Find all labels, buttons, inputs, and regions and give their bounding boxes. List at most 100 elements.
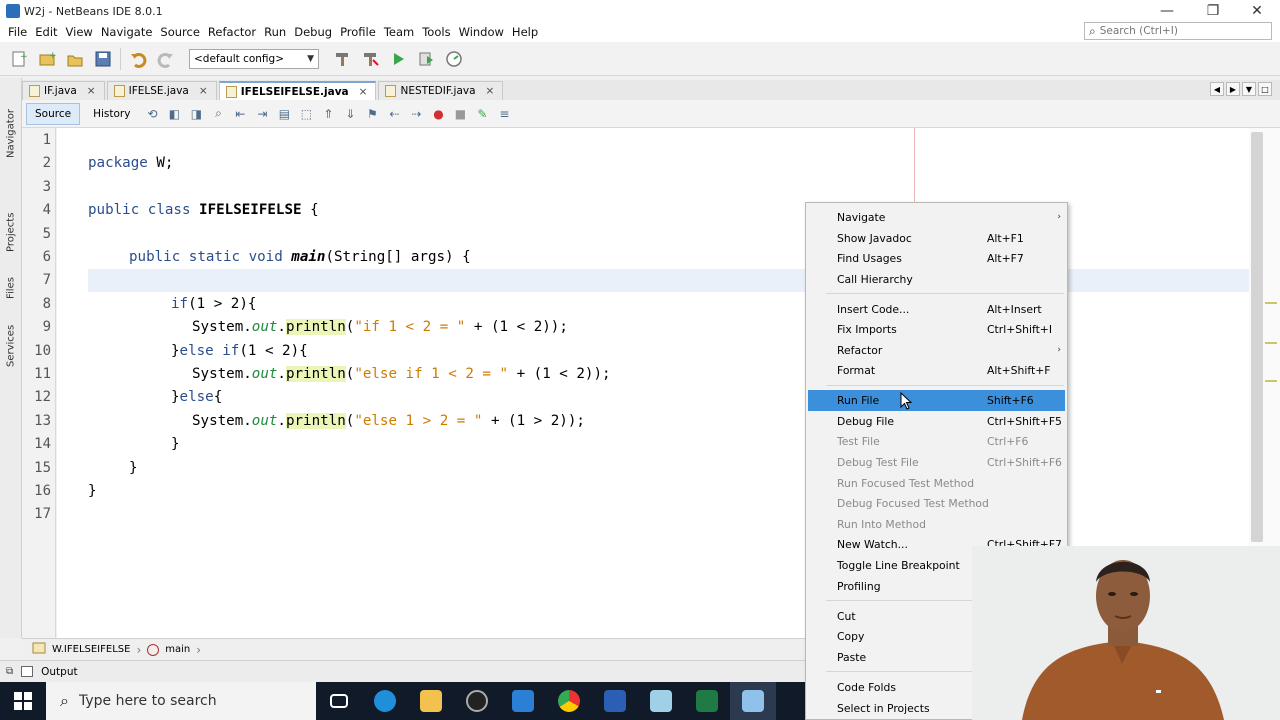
services-tab[interactable]: Services [2, 318, 20, 374]
menu-item-fix-imports[interactable]: Fix Imports Ctrl+Shift+I [808, 319, 1065, 340]
menu-refactor[interactable]: Refactor [204, 25, 260, 39]
menu-team[interactable]: Team [380, 25, 418, 39]
word-button[interactable] [592, 682, 638, 720]
dell-button[interactable] [454, 682, 500, 720]
projects-tab[interactable]: Projects [2, 202, 20, 262]
annotation-mark[interactable] [1265, 380, 1277, 382]
breadcrumb-method[interactable]: main [165, 644, 190, 655]
menu-source[interactable]: Source [156, 25, 204, 39]
build-button[interactable] [331, 48, 353, 70]
folder-icon [420, 690, 442, 712]
scroll-tabs-right-icon[interactable]: ▶ [1226, 82, 1240, 96]
minimize-button[interactable]: — [1144, 0, 1190, 22]
close-tab-icon[interactable]: × [359, 86, 368, 98]
previous-bookmark-icon[interactable]: ⇑ [319, 105, 337, 123]
maximize-editor-icon[interactable]: □ [1258, 82, 1272, 96]
menu-item-insert-code[interactable]: Insert Code... Alt+Insert [808, 299, 1065, 320]
line-number: 15 [34, 460, 51, 476]
menu-item-navigate[interactable]: Navigate › [808, 207, 1065, 228]
find-next-icon[interactable]: ⇥ [253, 105, 271, 123]
last-edit-icon[interactable]: ⟲ [143, 105, 161, 123]
tab-list-icon[interactable]: ▼ [1242, 82, 1256, 96]
menu-profile[interactable]: Profile [336, 25, 380, 39]
close-tab-icon[interactable]: × [486, 85, 495, 97]
menu-file[interactable]: File [4, 25, 31, 39]
restore-button[interactable]: ❐ [1190, 0, 1236, 22]
netbeans-button[interactable] [730, 682, 776, 720]
back-icon[interactable]: ◧ [165, 105, 183, 123]
menu-tools[interactable]: Tools [418, 25, 454, 39]
uncomment-icon[interactable]: ≡ [495, 105, 513, 123]
debug-project-button[interactable] [415, 48, 437, 70]
scroll-tabs-left-icon[interactable]: ◀ [1210, 82, 1224, 96]
line-number: 12 [34, 389, 51, 405]
new-project-button[interactable]: + [36, 48, 58, 70]
menu-view[interactable]: View [62, 25, 97, 39]
menu-help[interactable]: Help [508, 25, 542, 39]
comment-icon[interactable]: ✎ [473, 105, 491, 123]
find-previous-icon[interactable]: ⇤ [231, 105, 249, 123]
new-file-button[interactable]: + [8, 48, 30, 70]
redo-button[interactable] [155, 48, 177, 70]
shift-left-icon[interactable]: ⇠ [385, 105, 403, 123]
navigator-tab[interactable]: Navigator [2, 104, 20, 164]
toggle-bookmark-icon[interactable]: ⚑ [363, 105, 381, 123]
file-explorer-button[interactable] [408, 682, 454, 720]
tab-ifelseifelse-java[interactable]: IFELSEIFELSE.java × [218, 81, 377, 100]
tab-if-java[interactable]: IF.java × [22, 81, 105, 100]
menu-item-call-hierarchy[interactable]: Call Hierarchy [808, 269, 1065, 290]
menu-run[interactable]: Run [260, 25, 290, 39]
undo-button[interactable] [127, 48, 149, 70]
menu-item-run-file[interactable]: Run File Shift+F6 [808, 390, 1065, 411]
taskbar-search[interactable]: ⌕ Type here to search [46, 682, 316, 720]
quick-search-input[interactable]: ⌕ Search (Ctrl+I) [1084, 22, 1272, 40]
menu-debug[interactable]: Debug [290, 25, 336, 39]
open-project-button[interactable] [64, 48, 86, 70]
forward-icon[interactable]: ◨ [187, 105, 205, 123]
annotation-mark[interactable] [1265, 302, 1277, 304]
next-bookmark-icon[interactable]: ⇓ [341, 105, 359, 123]
chrome-button[interactable] [546, 682, 592, 720]
source-view-tab[interactable]: Source [26, 102, 81, 125]
shift-right-icon[interactable]: ⇢ [407, 105, 425, 123]
config-dropdown[interactable]: <default config> ▼ [189, 48, 319, 69]
restore-window-icon[interactable]: ⧉ [6, 666, 13, 677]
profile-project-button[interactable] [443, 48, 465, 70]
run-project-button[interactable] [387, 48, 409, 70]
menu-item-refactor[interactable]: Refactor › [808, 340, 1065, 361]
find-selection-icon[interactable]: ⌕ [209, 105, 227, 123]
close-tab-icon[interactable]: × [87, 85, 96, 97]
menu-item-show-javadoc[interactable]: Show Javadoc Alt+F1 [808, 228, 1065, 249]
output-tab[interactable]: Output [41, 666, 77, 678]
notepad-icon [650, 690, 672, 712]
stop-macro-icon[interactable]: ■ [451, 105, 469, 123]
files-tab[interactable]: Files [2, 268, 20, 308]
task-view-button[interactable] [316, 682, 362, 720]
menu-window[interactable]: Window [455, 25, 508, 39]
save-all-button[interactable] [92, 48, 114, 70]
breadcrumb-class[interactable]: W.IFELSEIFELSE [52, 644, 130, 655]
notepad-button[interactable] [638, 682, 684, 720]
excel-button[interactable] [684, 682, 730, 720]
menu-item-format[interactable]: Format Alt+Shift+F [808, 360, 1065, 381]
vertical-scrollbar[interactable] [1251, 132, 1263, 542]
word-icon [604, 690, 626, 712]
menu-item-debug-file[interactable]: Debug File Ctrl+Shift+F5 [808, 411, 1065, 432]
menu-item-find-usages[interactable]: Find Usages Alt+F7 [808, 248, 1065, 269]
save-icon [95, 51, 111, 66]
tab-ifelse-java[interactable]: IFELSE.java × [106, 81, 217, 100]
start-button[interactable] [0, 682, 46, 720]
clean-build-button[interactable] [359, 48, 381, 70]
annotation-mark[interactable] [1265, 342, 1277, 344]
toggle-rect-select-icon[interactable]: ⬚ [297, 105, 315, 123]
menu-navigate[interactable]: Navigate [97, 25, 157, 39]
history-view-tab[interactable]: History [84, 103, 139, 125]
toggle-highlight-icon[interactable]: ▤ [275, 105, 293, 123]
mail-button[interactable] [500, 682, 546, 720]
edge-button[interactable] [362, 682, 408, 720]
close-button[interactable]: ✕ [1234, 0, 1280, 22]
start-macro-icon[interactable]: ● [429, 105, 447, 123]
menu-edit[interactable]: Edit [31, 25, 61, 39]
close-tab-icon[interactable]: × [199, 85, 208, 97]
tab-nestedif-java[interactable]: NESTEDIF.java × [378, 81, 504, 100]
